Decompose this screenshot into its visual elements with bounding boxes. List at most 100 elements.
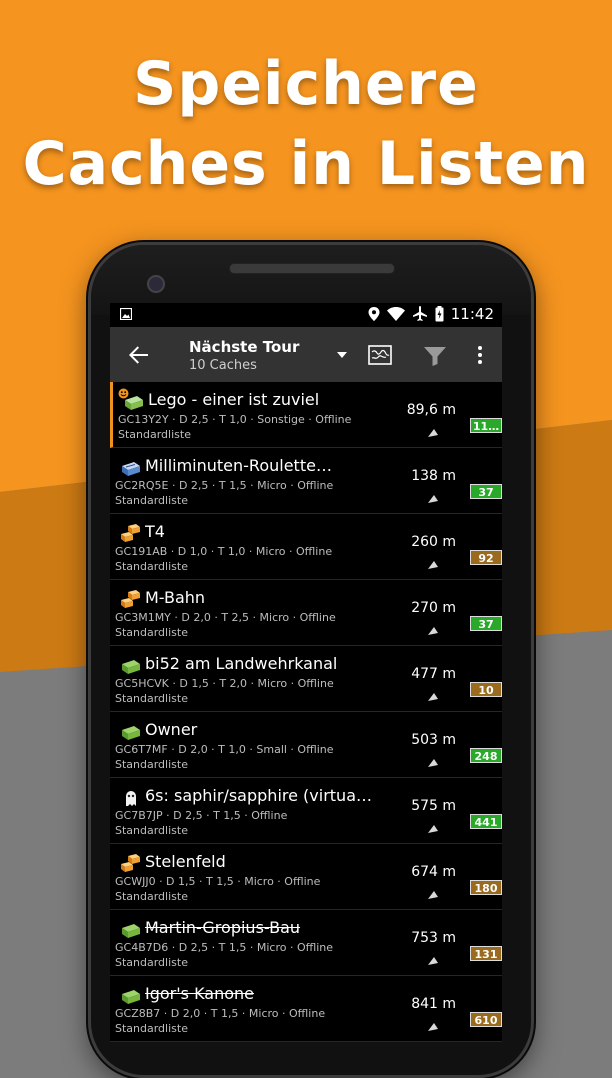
dropdown-icon[interactable]: [335, 348, 349, 362]
cache-count-badge: 37: [470, 616, 502, 631]
cache-row[interactable]: M-Bahn GC3M1MY · D 2,0 · T 2,5 · Micro · …: [110, 580, 502, 646]
cache-row[interactable]: Stelenfeld GCWJJ0 · D 1,5 · T 1,5 · Micro…: [110, 844, 502, 910]
filter-icon[interactable]: [420, 340, 450, 370]
location-icon: [368, 307, 380, 321]
app-screen: 11:42 Nächste Tour 10 Caches Lego - eine…: [110, 303, 502, 1042]
cache-list: Lego - einer ist zuviel GC13Y2Y · D 2,5 ·…: [110, 382, 502, 1042]
cache-distance: 753 m: [411, 930, 456, 946]
cache-name: Stelenfeld: [145, 852, 226, 871]
traditional-cache-icon: [120, 920, 142, 940]
cache-meta: GC3M1MY · D 2,0 · T 2,5 · Micro · Offlin…: [115, 611, 336, 624]
cache-row[interactable]: 6s: saphir/sapphire (virtual… GC7B7JP · D…: [110, 778, 502, 844]
promo-headline: Speichere Caches in Listen: [0, 44, 612, 204]
cache-name: bi52 am Landwehrkanal: [145, 654, 338, 673]
multi-cache-icon: [120, 590, 142, 610]
traditional-cache-icon: [120, 986, 142, 1006]
virtual-cache-icon: [120, 788, 142, 808]
cache-distance: 260 m: [411, 534, 456, 550]
direction-arrow-icon: [428, 752, 438, 767]
cache-name: Igor's Kanone: [145, 984, 254, 1003]
cache-distance: 575 m: [411, 798, 456, 814]
cache-count-badge: 131: [470, 946, 502, 961]
cache-count-badge: 180: [470, 880, 502, 895]
cache-list-name: Standardliste: [115, 1022, 188, 1035]
status-bar: 11:42: [110, 303, 502, 327]
direction-arrow-icon: [428, 554, 438, 569]
multi-cache-icon: [120, 524, 142, 544]
airplane-icon: [412, 306, 427, 321]
cache-list-name: Standardliste: [115, 494, 188, 507]
cache-row[interactable]: Martin-Gropius-Bau GC4B7D6 · D 2,5 · T 1,…: [110, 910, 502, 976]
battery-icon: [435, 306, 444, 322]
direction-arrow-icon: [428, 488, 438, 503]
cache-row[interactable]: Igor's Kanone GCZ8B7 · D 2,0 · T 1,5 · Mi…: [110, 976, 502, 1042]
list-title[interactable]: Nächste Tour: [189, 338, 299, 356]
cache-name: Lego - einer ist zuviel: [148, 390, 320, 409]
cache-list-name: Standardliste: [115, 626, 188, 639]
overflow-icon[interactable]: [465, 340, 495, 370]
cache-list-name: Standardliste: [115, 560, 188, 573]
cache-list-name: Standardliste: [115, 692, 188, 705]
list-subtitle: 10 Caches: [189, 358, 257, 373]
cache-meta: GC4B7D6 · D 2,5 · T 1,5 · Micro · Offlin…: [115, 941, 334, 954]
cache-name: Martin-Gropius-Bau: [145, 918, 301, 937]
headline-line-2: Caches in Listen: [22, 129, 590, 199]
cache-row[interactable]: bi52 am Landwehrkanal GC5HCVK · D 1,5 · T…: [110, 646, 502, 712]
status-time: 11:42: [450, 305, 494, 323]
cache-count-badge: 10: [470, 682, 502, 697]
direction-arrow-icon: [428, 884, 438, 899]
other-cache-icon: [123, 392, 145, 412]
cache-meta: GC2RQ5E · D 2,5 · T 1,5 · Micro · Offlin…: [115, 479, 334, 492]
back-icon[interactable]: [124, 341, 152, 369]
cache-meta: GC5HCVK · D 1,5 · T 2,0 · Micro · Offlin…: [115, 677, 334, 690]
headline-line-1: Speichere: [133, 49, 479, 119]
direction-arrow-icon: [428, 620, 438, 635]
mystery-cache-icon: [120, 458, 142, 478]
traditional-cache-icon: [120, 722, 142, 742]
image-icon: [120, 308, 132, 320]
cache-name: 6s: saphir/sapphire (virtual…: [145, 786, 375, 805]
cache-name: Milliminuten-Roulette…: [145, 456, 332, 475]
cache-meta: GC191AB · D 1,0 · T 1,0 · Micro · Offlin…: [115, 545, 333, 558]
cache-row[interactable]: Milliminuten-Roulette… GC2RQ5E · D 2,5 · …: [110, 448, 502, 514]
cache-meta: GC6T7MF · D 2,0 · T 1,0 · Small · Offlin…: [115, 743, 334, 756]
cache-row[interactable]: T4 GC191AB · D 1,0 · T 1,0 · Micro · Offl…: [110, 514, 502, 580]
wifi-icon: [386, 307, 405, 321]
cache-list-name: Standardliste: [115, 824, 188, 837]
cache-count-badge: 11…: [470, 418, 502, 433]
cache-count-badge: 37: [470, 484, 502, 499]
cache-distance: 138 m: [411, 468, 456, 484]
direction-arrow-icon: [428, 422, 438, 437]
cache-distance: 503 m: [411, 732, 456, 748]
cache-count-badge: 610: [470, 1012, 502, 1027]
cache-distance: 841 m: [411, 996, 456, 1012]
cache-distance: 674 m: [411, 864, 456, 880]
cache-count-badge: 248: [470, 748, 502, 763]
cache-count-badge: 441: [470, 814, 502, 829]
cache-list-name: Standardliste: [118, 428, 191, 441]
cache-row[interactable]: Lego - einer ist zuviel GC13Y2Y · D 2,5 ·…: [110, 382, 502, 448]
app-toolbar: Nächste Tour 10 Caches: [110, 327, 502, 382]
phone-camera: [147, 275, 165, 293]
direction-arrow-icon: [428, 950, 438, 965]
cache-count-badge: 92: [470, 550, 502, 565]
phone-speaker: [229, 263, 395, 274]
cache-distance: 270 m: [411, 600, 456, 616]
cache-list-name: Standardliste: [115, 956, 188, 969]
cache-list-name: Standardliste: [115, 890, 188, 903]
direction-arrow-icon: [428, 1016, 438, 1031]
cache-meta: GC13Y2Y · D 2,5 · T 1,0 · Sonstige · Off…: [118, 413, 352, 426]
cache-meta: GC7B7JP · D 2,5 · T 1,5 · Offline: [115, 809, 288, 822]
direction-arrow-icon: [428, 686, 438, 701]
cache-distance: 89,6 m: [406, 402, 456, 418]
traditional-cache-icon: [120, 656, 142, 676]
cache-meta: GCZ8B7 · D 2,0 · T 1,5 · Micro · Offline: [115, 1007, 326, 1020]
cache-name: Owner: [145, 720, 198, 739]
cache-row[interactable]: Owner GC6T7MF · D 2,0 · T 1,0 · Small · O…: [110, 712, 502, 778]
cache-name: M-Bahn: [145, 588, 206, 607]
map-icon[interactable]: [365, 340, 395, 370]
cache-meta: GCWJJ0 · D 1,5 · T 1,5 · Micro · Offline: [115, 875, 321, 888]
multi-cache-icon: [120, 854, 142, 874]
cache-list-name: Standardliste: [115, 758, 188, 771]
cache-distance: 477 m: [411, 666, 456, 682]
